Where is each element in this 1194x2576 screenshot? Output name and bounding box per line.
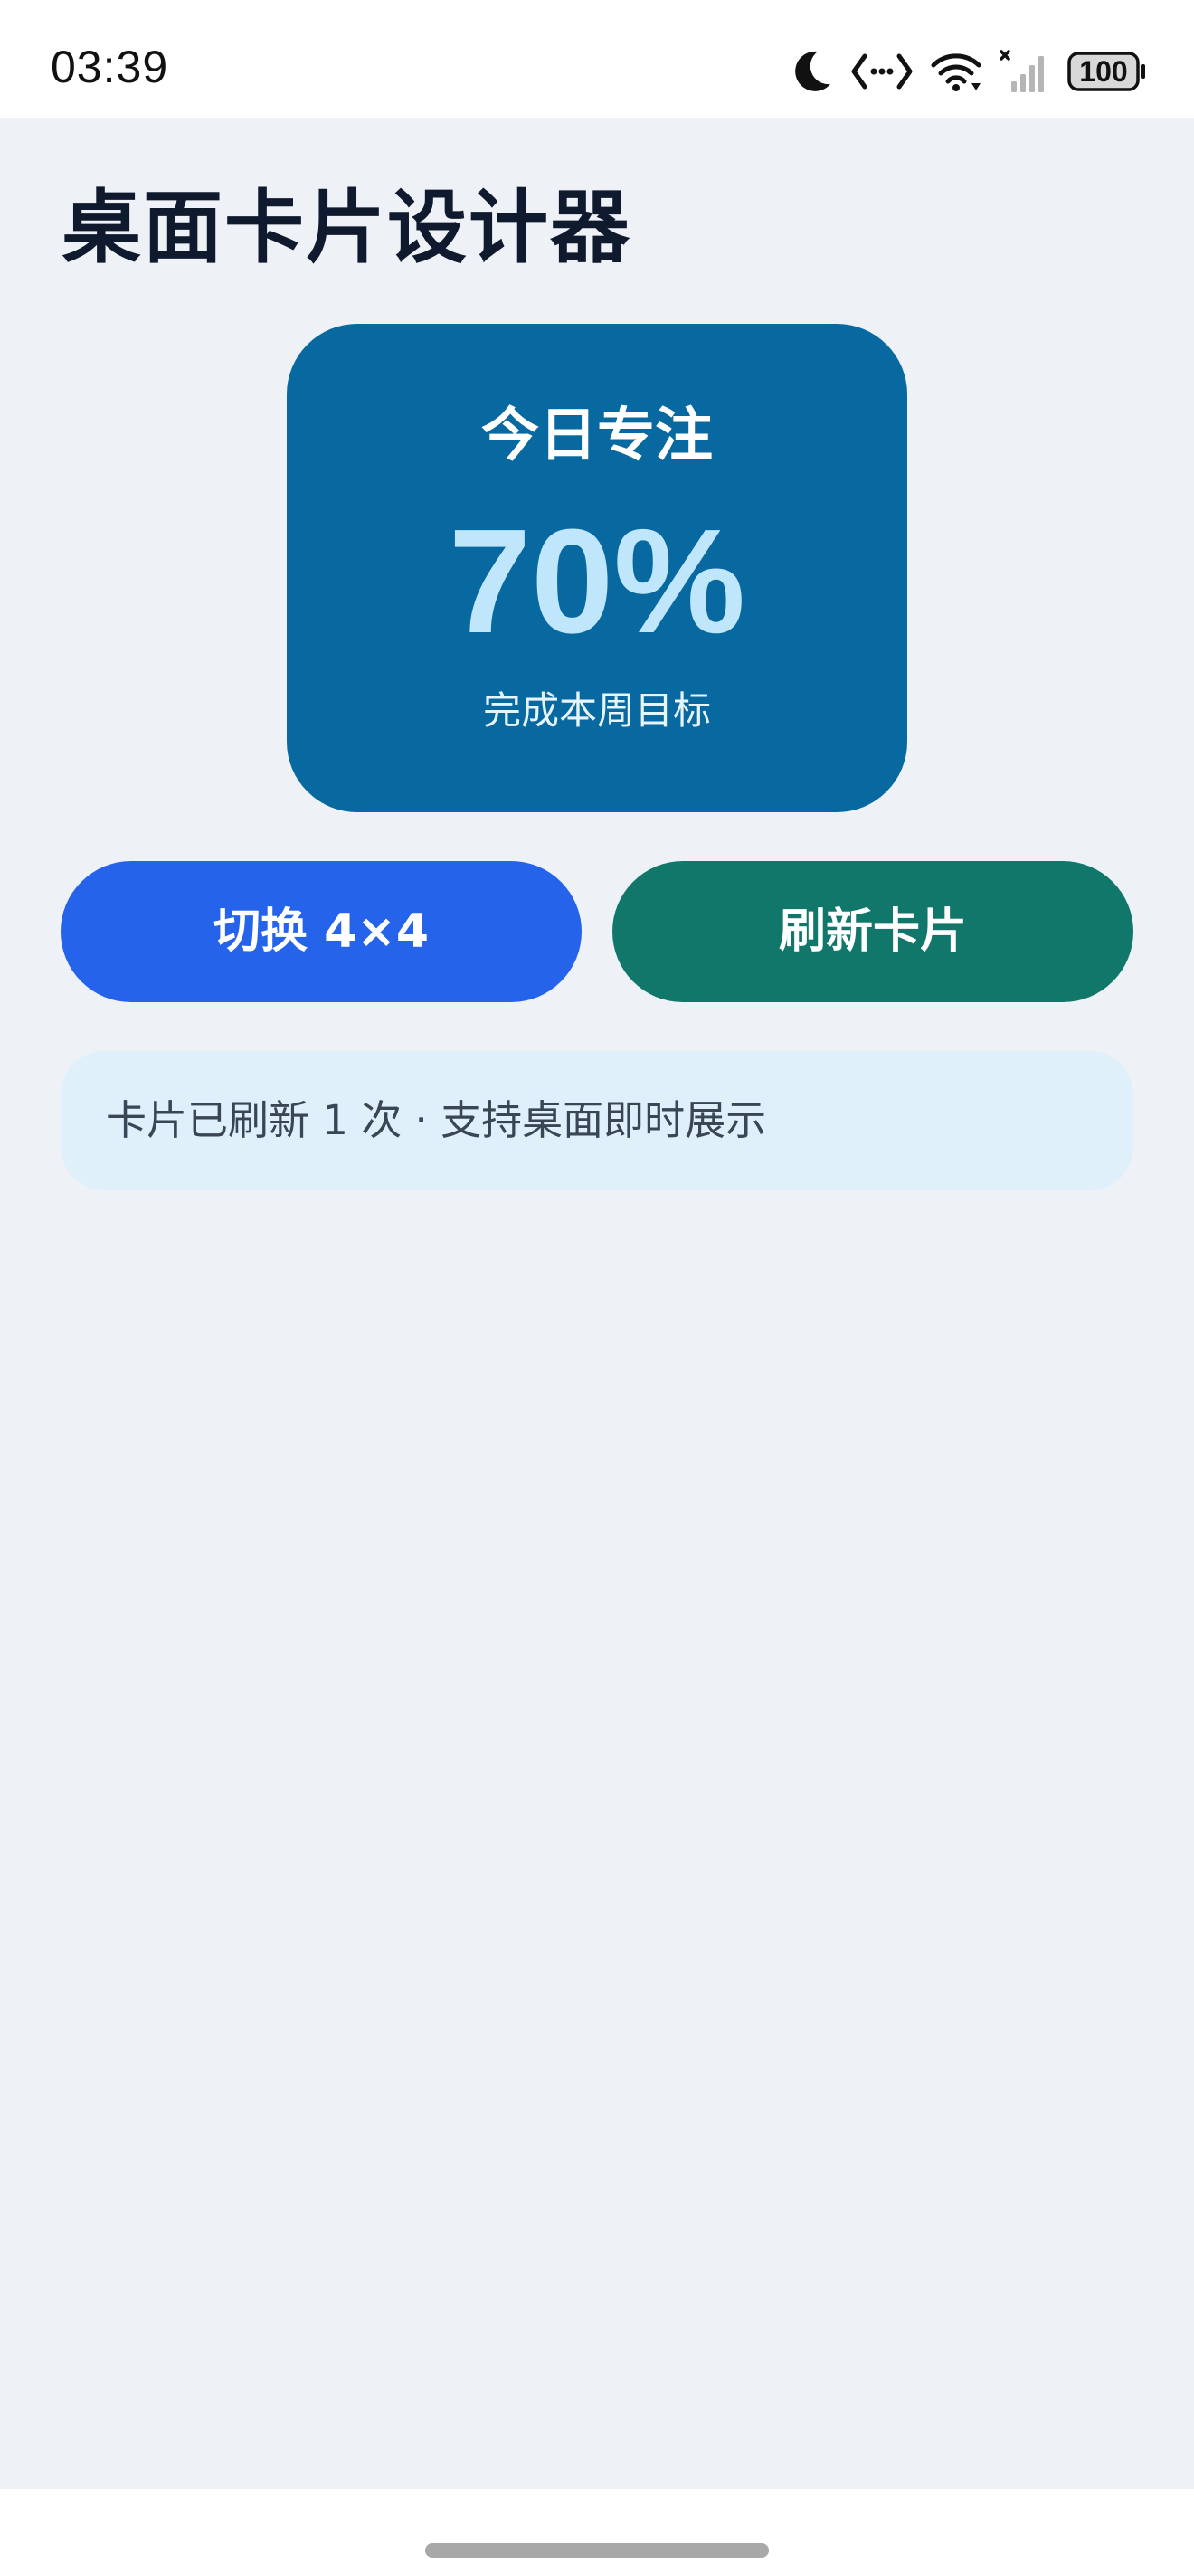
code-icon: [850, 51, 914, 92]
page-title: 桌面卡片设计器: [62, 181, 632, 274]
widget-preview-card: 今日专注 70% 完成本周目标: [287, 324, 907, 812]
navigation-bar: [0, 2489, 1194, 2576]
signal-off-icon: [999, 49, 1051, 94]
widget-progress-value: 70%: [448, 498, 746, 664]
battery-icon: 100: [1067, 52, 1147, 91]
widget-title: 今日专注: [481, 402, 713, 469]
refresh-card-button[interactable]: 刷新卡片: [612, 861, 1133, 1002]
home-indicator[interactable]: [425, 2543, 769, 2558]
widget-caption: 完成本周目标: [482, 688, 711, 733]
switch-size-button[interactable]: 切换 4×4: [61, 861, 582, 1002]
status-bar: 03:39 100: [0, 0, 1194, 118]
wifi-icon: [930, 51, 982, 92]
status-time: 03:39: [51, 42, 169, 92]
moon-icon: [791, 48, 834, 95]
battery-level: 100: [1079, 55, 1128, 88]
status-icons: 100: [791, 43, 1147, 99]
refresh-status-panel: 卡片已刷新 1 次 · 支持桌面即时展示: [61, 1051, 1133, 1190]
refresh-status-text: 卡片已刷新 1 次 · 支持桌面即时展示: [106, 1096, 767, 1144]
